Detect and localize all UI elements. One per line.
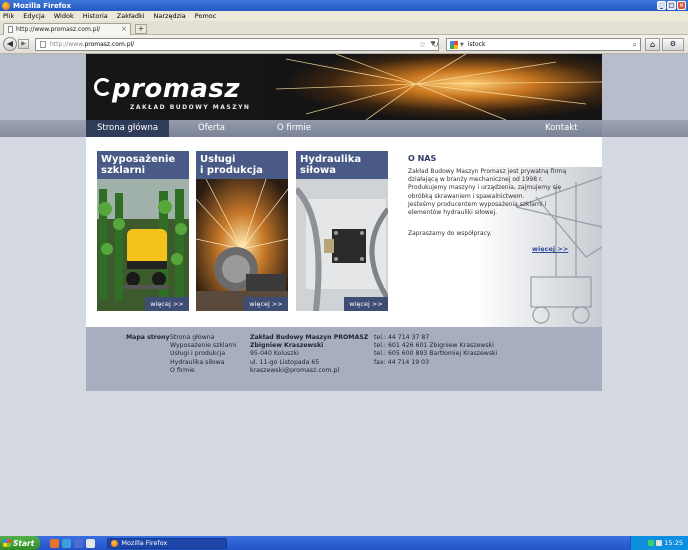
sitemap-link[interactable]: Strona główna — [170, 334, 237, 342]
firefox-quicklaunch-icon[interactable] — [50, 538, 60, 548]
grinder-sparks-image — [196, 179, 288, 311]
maximize-button[interactable]: □ — [667, 1, 676, 10]
card-title: Usługi i produkcja — [196, 151, 288, 179]
sitemap-link[interactable]: Wyposażenie szklarni — [170, 342, 237, 350]
sitemap-link[interactable]: Hydraulika siłowa — [170, 359, 237, 367]
ie-quicklaunch-icon[interactable] — [62, 538, 72, 548]
card-more-link[interactable]: więcej >> — [344, 297, 388, 311]
firefox-icon — [2, 1, 10, 10]
back-button[interactable]: ◀ — [3, 37, 17, 51]
window-title: Mozilla Firefox — [13, 1, 71, 10]
system-tray: 15:25 — [630, 536, 688, 550]
company-owner: Zbigniew Kraszewski — [250, 342, 324, 350]
phone-list: tel.: 44 714 37 87 tel.: 601 426 601 Zbi… — [374, 334, 498, 366]
email-link[interactable]: kraszewski@promasz.com.pl — [250, 367, 368, 375]
clock: 15:25 — [664, 539, 683, 547]
firefox-icon — [111, 539, 119, 547]
sitemap-link[interactable]: Usługi i produkcja — [170, 350, 237, 358]
company-name: Zakład Budowy Maszyn PROMASZ — [250, 334, 369, 341]
greenhouse-image — [97, 179, 189, 311]
windows-flag-icon — [3, 539, 11, 547]
site-identity-icon — [40, 41, 46, 48]
card-more-link[interactable]: więcej >> — [244, 297, 288, 311]
logo-mark-icon — [94, 78, 112, 96]
menu-edycja[interactable]: Edycja — [23, 12, 44, 20]
forward-button[interactable]: ▶ — [18, 39, 29, 49]
about-invite: Zapraszamy do współpracy. — [408, 230, 492, 237]
navigation-toolbar: ◀ ▶ http://www. promasz.com.pl/ ☆ ▼ ↻ ▼ i… — [0, 35, 688, 54]
new-tab-button[interactable]: + — [135, 24, 147, 34]
search-engine-dropdown-icon[interactable]: ▼ — [460, 42, 464, 48]
tab-label: http://www.promasz.com.pl/ — [16, 26, 101, 33]
sitemap-title: Mapa strony — [126, 334, 170, 341]
menu-narzedzia[interactable]: Narzędzia — [154, 12, 186, 20]
card-more-link[interactable]: więcej >> — [145, 297, 189, 311]
browser-tab[interactable]: http://www.promasz.com.pl/ × — [3, 23, 131, 35]
toolbar-menu-button[interactable]: ⚙ — [662, 38, 684, 51]
address-bar[interactable]: http://www. promasz.com.pl/ ☆ ▼ — [35, 38, 439, 51]
windows-taskbar: Start Mozilla Firefox 15:25 — [0, 536, 688, 550]
home-button[interactable]: ⌂ — [645, 38, 660, 51]
nav-oferta[interactable]: Oferta — [198, 120, 225, 137]
menu-historia[interactable]: Historia — [83, 12, 108, 20]
nav-strona-glowna[interactable]: Strona główna — [86, 120, 170, 137]
menu-pomoc[interactable]: Pomoc — [195, 12, 217, 20]
search-icon[interactable]: ⌕ — [633, 40, 637, 50]
card-uslugi-i-produkcja[interactable]: Usługi i produkcja więcej >> — [196, 151, 288, 311]
url-host: promasz.com.pl/ — [84, 41, 135, 48]
minimize-button[interactable]: _ — [657, 1, 666, 10]
site-footer: Mapa strony Strona główna Wyposażenie sz… — [86, 327, 602, 391]
close-button[interactable]: × — [677, 1, 686, 10]
card-wyposazenie-szklarni[interactable]: Wyposażenie szklarni więcej >> — [97, 151, 189, 311]
card-title: Wyposażenie szklarni — [97, 151, 189, 179]
search-bar[interactable]: ▼ istock ⌕ — [446, 38, 641, 51]
about-text: Zakład Budowy Maszyn Promasz jest prywat… — [408, 168, 567, 217]
sitemap-list: Strona główna Wyposażenie szklarni Usług… — [170, 334, 237, 375]
card-hydraulika-silowa[interactable]: Hydraulika siłowa więcej >> — [296, 151, 388, 311]
nav-o-firmie[interactable]: O firmie — [277, 120, 311, 137]
save-quicklaunch-icon[interactable] — [74, 538, 84, 548]
nav-kontakt[interactable]: Kontakt — [545, 120, 578, 137]
window-titlebar: Mozilla Firefox _ □ × — [0, 0, 688, 11]
search-input[interactable]: istock — [468, 41, 486, 48]
about-more-link[interactable]: więcej >> — [532, 245, 568, 253]
menu-zakladki[interactable]: Zakładki — [117, 12, 145, 20]
site-nav: Strona główna Oferta O firmie Kontakt — [86, 120, 602, 137]
about-title: O NAS — [408, 154, 437, 163]
brand-logo[interactable]: promasz — [112, 74, 240, 104]
url-prefix: http://www. — [50, 41, 85, 48]
bookmark-star-icon[interactable]: ☆ — [419, 40, 426, 49]
tab-bar: http://www.promasz.com.pl/ × + — [0, 21, 688, 35]
network-tray-icon[interactable] — [648, 540, 655, 546]
taskbar-item-firefox[interactable]: Mozilla Firefox — [107, 537, 228, 549]
tab-close-icon[interactable]: × — [121, 25, 127, 33]
window-controls: _ □ × — [657, 1, 686, 10]
volume-tray-icon[interactable] — [656, 540, 663, 546]
desktop-quicklaunch-icon[interactable] — [86, 538, 96, 548]
company-address: Zakład Budowy Maszyn PROMASZ Zbigniew Kr… — [250, 334, 369, 375]
header-banner: promasz ZAKŁAD BUDOWY MASZYN — [86, 54, 602, 120]
start-button[interactable]: Start — [0, 536, 41, 550]
main-content: Wyposażenie szklarni więcej >> Usługi i … — [86, 137, 602, 327]
sitemap-link[interactable]: O firmie — [170, 367, 237, 375]
quick-launch — [50, 538, 96, 548]
hydraulic-valve-image — [296, 179, 388, 311]
menu-bar: Plik Edycja Widok Historia Zakładki Narz… — [0, 11, 688, 21]
reload-icon[interactable]: ↻ — [432, 40, 439, 49]
menu-widok[interactable]: Widok — [54, 12, 74, 20]
google-icon[interactable] — [450, 40, 458, 49]
page-icon — [8, 26, 13, 33]
menu-plik[interactable]: Plik — [3, 12, 14, 20]
page-viewport: promasz ZAKŁAD BUDOWY MASZYN Strona głów… — [0, 54, 688, 536]
brand-tagline: ZAKŁAD BUDOWY MASZYN — [130, 104, 251, 111]
card-title: Hydraulika siłowa — [296, 151, 388, 179]
